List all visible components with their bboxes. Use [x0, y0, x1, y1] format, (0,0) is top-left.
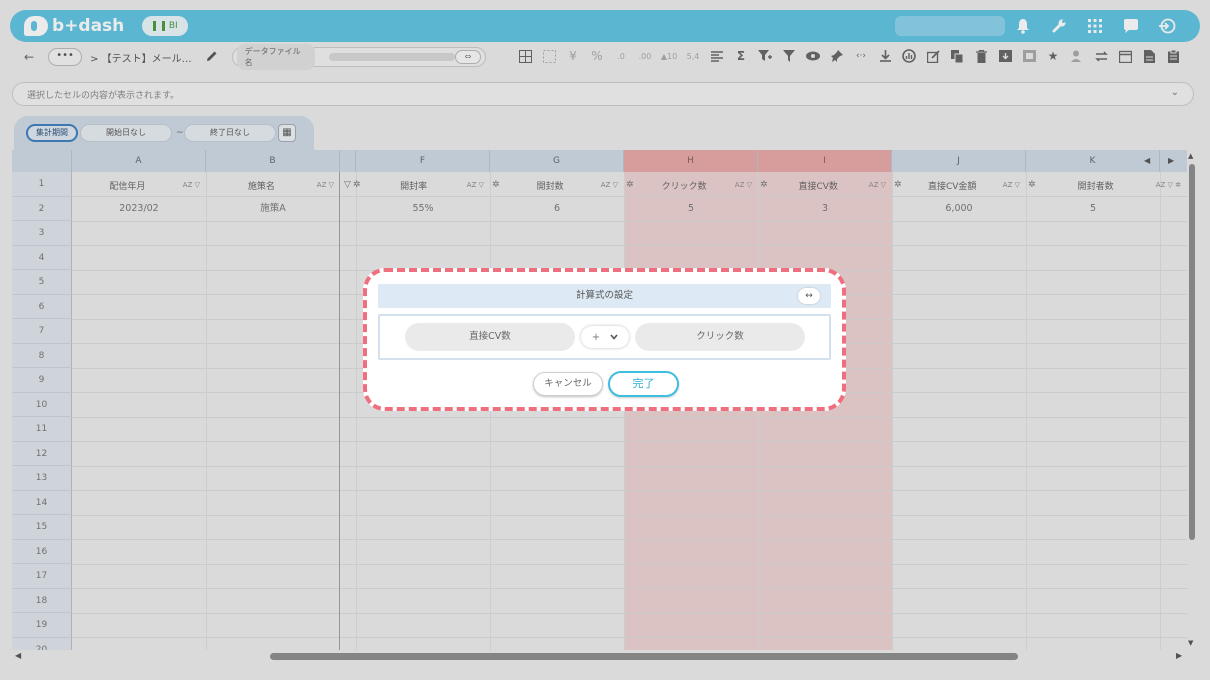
done-button[interactable]: 完了: [608, 371, 679, 397]
operator-value: +: [591, 331, 601, 343]
cancel-button[interactable]: キャンセル: [533, 372, 603, 396]
resize-arrows-icon[interactable]: ↔: [798, 288, 820, 304]
dialog-title: 計算式の設定: [378, 284, 831, 308]
operator-select[interactable]: +: [581, 326, 629, 348]
formula-editor: 直接CV数 + クリック数: [378, 314, 831, 360]
chevron-down-icon: [610, 333, 618, 342]
formula-settings-dialog: 計算式の設定 ↔ 直接CV数 + クリック数 キャンセル 完了: [363, 268, 846, 411]
right-operand-field[interactable]: クリック数: [635, 323, 805, 351]
left-operand-field[interactable]: 直接CV数: [405, 323, 575, 351]
